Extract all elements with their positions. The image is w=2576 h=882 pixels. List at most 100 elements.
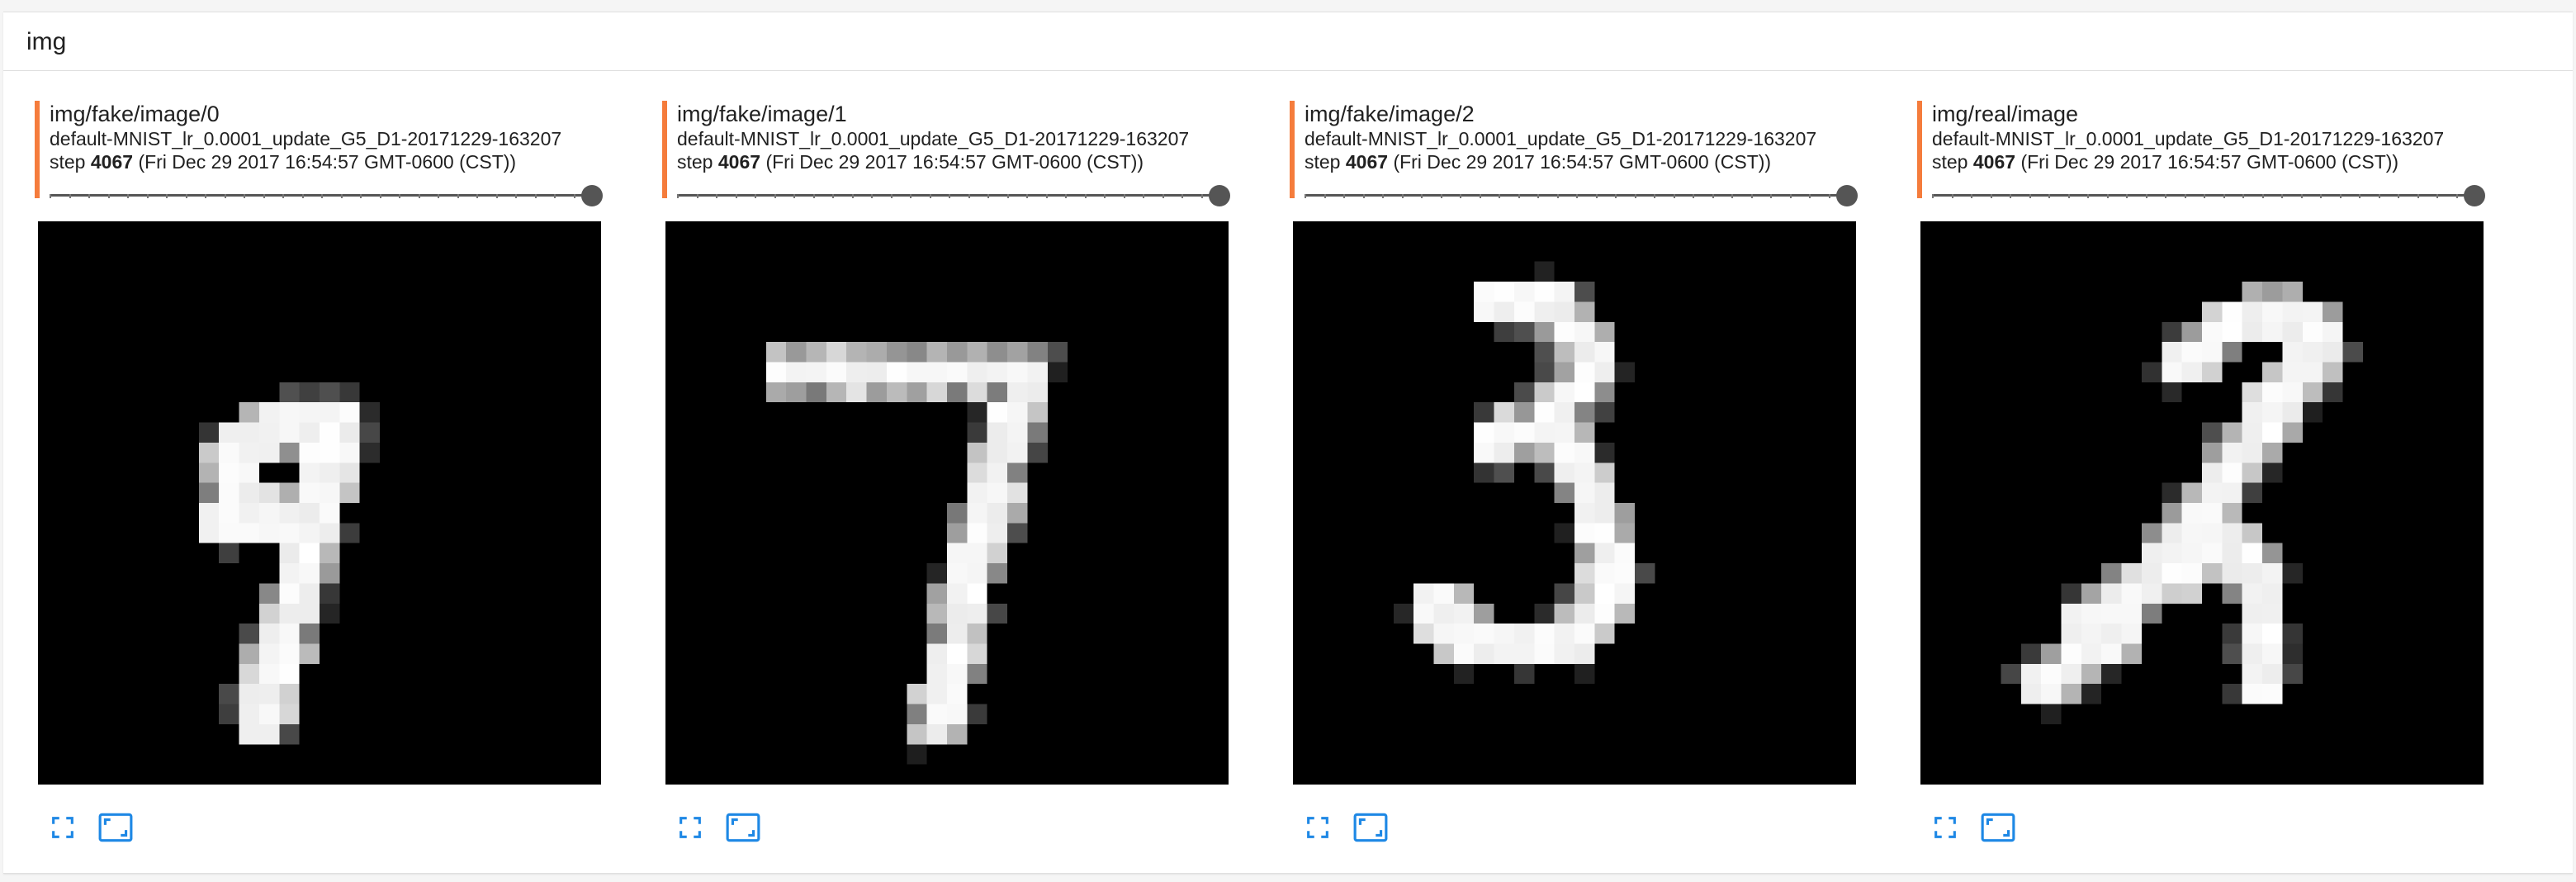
slider-track[interactable] bbox=[50, 194, 591, 197]
digit-pixel bbox=[279, 704, 300, 724]
card-accent-bar bbox=[662, 101, 667, 198]
digit-pixel bbox=[2282, 563, 2303, 584]
slider-tick bbox=[1123, 194, 1125, 198]
slider-tick bbox=[2359, 194, 2361, 198]
digit-pixel bbox=[926, 663, 947, 685]
expand-button[interactable] bbox=[1298, 808, 1338, 847]
digit-pixel bbox=[239, 503, 259, 524]
digit-pixel bbox=[1534, 321, 1555, 343]
digit-pixel bbox=[2162, 543, 2182, 564]
slider-tick bbox=[534, 194, 537, 198]
step-slider[interactable] bbox=[1932, 183, 2487, 206]
digit-pixel bbox=[2041, 663, 2062, 685]
digit-pixel bbox=[2222, 563, 2242, 584]
fit-image-icon bbox=[726, 813, 760, 842]
digit-pixel bbox=[1513, 402, 1535, 423]
digit-pixel bbox=[866, 382, 887, 403]
slider-tick bbox=[716, 194, 717, 198]
digit-pixel bbox=[967, 362, 987, 382]
digit-pixel bbox=[2061, 603, 2081, 624]
slider-tick bbox=[1634, 194, 1636, 198]
digit-pixel bbox=[1474, 422, 1494, 443]
digit-pixel bbox=[2323, 382, 2343, 403]
slider-knob[interactable] bbox=[2464, 185, 2485, 206]
digit-pixel bbox=[1594, 482, 1615, 503]
digit-pixel bbox=[1474, 301, 1494, 322]
step-slider[interactable] bbox=[1305, 183, 1859, 206]
digit-pixel bbox=[1614, 543, 1636, 564]
digit-pixel bbox=[279, 643, 300, 664]
slider-tick bbox=[1595, 194, 1598, 198]
digit-pixel bbox=[947, 663, 968, 685]
image-cards-panel: img/fake/image/0 default-MNIST_lr_0.0001… bbox=[3, 71, 2573, 874]
digit-pixel bbox=[1635, 563, 1655, 584]
slider-tick bbox=[2378, 194, 2380, 198]
step-slider[interactable] bbox=[50, 183, 604, 206]
expand-button[interactable] bbox=[670, 808, 710, 847]
expand-button[interactable] bbox=[43, 808, 83, 847]
fit-image-button[interactable] bbox=[1978, 808, 2018, 847]
digit-pixel bbox=[279, 422, 300, 443]
digit-pixel bbox=[339, 462, 360, 483]
slider-tick bbox=[832, 194, 834, 198]
slider-tick bbox=[1382, 194, 1384, 198]
digit-pixel bbox=[987, 603, 1008, 624]
digit-pixel bbox=[2262, 382, 2283, 403]
digit-pixel bbox=[1534, 422, 1555, 443]
slider-knob[interactable] bbox=[1836, 185, 1858, 206]
slider-tick bbox=[379, 194, 381, 198]
digit-pixel bbox=[987, 442, 1008, 463]
slider-knob[interactable] bbox=[581, 185, 603, 206]
slider-track[interactable] bbox=[677, 194, 1219, 197]
slider-tick bbox=[2067, 194, 2070, 198]
slider-track[interactable] bbox=[1305, 194, 1846, 197]
digit-pixel bbox=[1453, 643, 1475, 664]
category-header[interactable]: img bbox=[3, 12, 2573, 71]
digit-pixel bbox=[1007, 442, 1028, 463]
digit-pixel bbox=[258, 643, 280, 664]
fit-image-button[interactable] bbox=[1351, 808, 1390, 847]
slider-tick bbox=[2029, 194, 2031, 198]
slider-track[interactable] bbox=[1932, 194, 2474, 197]
digit-pixel bbox=[2342, 342, 2363, 363]
slider-tick bbox=[1673, 194, 1675, 198]
digit-pixel bbox=[2081, 603, 2102, 624]
slider-tick bbox=[1828, 194, 1830, 198]
digit-pixel bbox=[1554, 603, 1574, 624]
digit-pixel bbox=[2262, 684, 2283, 704]
digit-pixel bbox=[806, 342, 826, 363]
digit-pixel bbox=[1554, 643, 1574, 664]
expand-button[interactable] bbox=[1925, 808, 1965, 847]
digit-pixel bbox=[2242, 402, 2263, 423]
digit-pixel bbox=[320, 583, 340, 604]
slider-tick bbox=[2048, 194, 2050, 198]
digit-pixel bbox=[2101, 663, 2122, 685]
digit-pixel bbox=[1534, 643, 1555, 664]
digit-pixel bbox=[1614, 583, 1636, 604]
digit-pixel bbox=[866, 342, 887, 363]
slider-tick bbox=[2320, 194, 2322, 198]
digit-pixel bbox=[2181, 583, 2202, 604]
digit-pixel bbox=[239, 723, 259, 745]
slider-tick bbox=[476, 194, 478, 198]
step-slider[interactable] bbox=[677, 183, 1232, 206]
digit-pixel bbox=[2262, 422, 2283, 443]
digit-pixel bbox=[1574, 643, 1595, 664]
slider-tick bbox=[1731, 194, 1733, 198]
digit-pixel bbox=[279, 684, 300, 704]
digit-pixel bbox=[1494, 321, 1514, 343]
card-tag: img/real/image bbox=[1932, 102, 2079, 126]
digit-pixel bbox=[1594, 342, 1615, 363]
sample-image bbox=[1920, 221, 2484, 785]
digit-pixel bbox=[2202, 462, 2223, 483]
digit-pixel bbox=[1474, 462, 1494, 483]
digit-pixel bbox=[967, 523, 987, 543]
fit-image-button[interactable] bbox=[96, 808, 135, 847]
slider-knob[interactable] bbox=[1209, 185, 1230, 206]
digit-pixel bbox=[1453, 663, 1475, 685]
digit-pixel bbox=[866, 362, 887, 382]
fit-image-button[interactable] bbox=[723, 808, 763, 847]
slider-tick bbox=[263, 194, 265, 198]
digit-pixel bbox=[320, 382, 340, 403]
digit-pixel bbox=[967, 462, 987, 483]
